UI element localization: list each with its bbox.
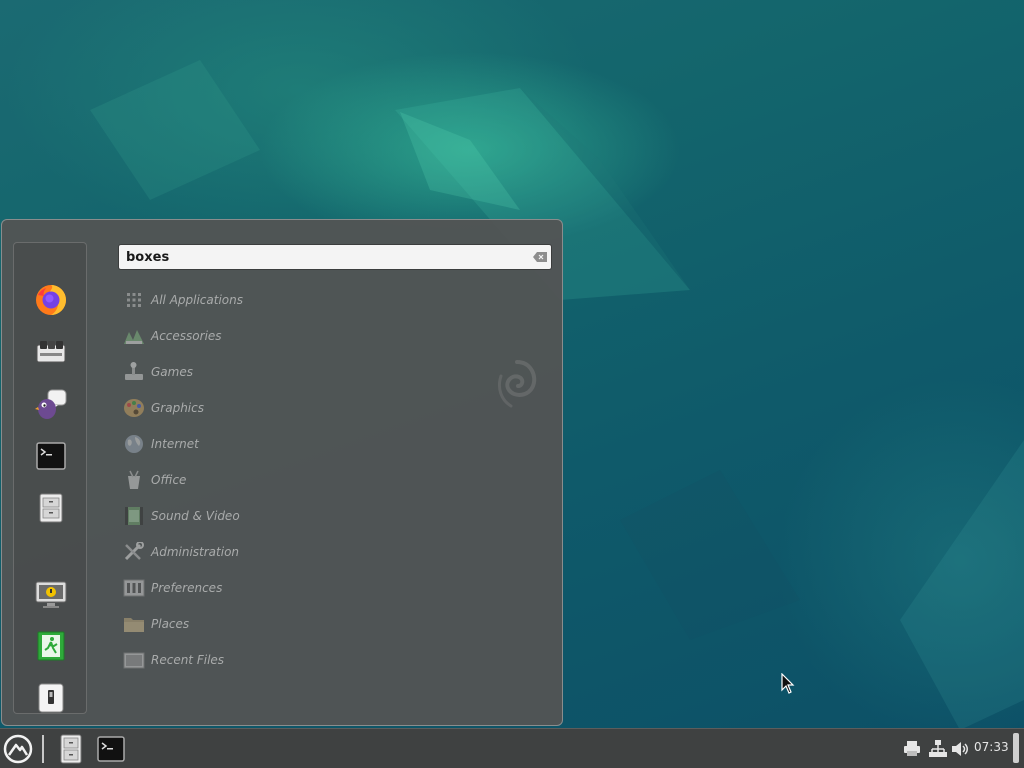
sound-video-icon — [123, 505, 145, 527]
software-manager-icon — [36, 341, 66, 363]
internet-icon — [123, 433, 145, 455]
administration-icon — [123, 541, 145, 563]
file-manager-icon — [39, 493, 63, 523]
search-box — [118, 244, 552, 270]
preferences-icon — [123, 577, 145, 599]
favorite-software-manager[interactable] — [34, 335, 68, 369]
desktop: All Applications Accessories Games — [0, 0, 1024, 768]
menu-button[interactable] — [2, 733, 34, 765]
lock-screen-icon — [35, 581, 67, 608]
category-internet[interactable]: Internet — [123, 432, 423, 456]
favorite-file-manager[interactable] — [34, 491, 68, 525]
volume-icon — [952, 742, 968, 756]
lock-screen-button[interactable] — [34, 577, 68, 611]
favorite-pidgin[interactable] — [34, 387, 68, 421]
category-office[interactable]: Office — [123, 468, 423, 492]
category-preferences[interactable]: Preferences — [123, 576, 423, 600]
application-menu: All Applications Accessories Games — [1, 219, 563, 726]
file-manager-icon — [60, 734, 82, 764]
category-games[interactable]: Games — [123, 360, 423, 384]
category-places[interactable]: Places — [123, 612, 423, 636]
category-label: Internet — [151, 437, 199, 451]
tray-network[interactable] — [928, 739, 948, 759]
shutdown-button[interactable] — [34, 681, 68, 715]
category-label: Sound & Video — [151, 509, 240, 523]
recent-files-icon — [123, 649, 145, 671]
logout-button[interactable] — [34, 629, 68, 663]
accessories-icon — [123, 325, 145, 347]
graphics-icon — [123, 397, 145, 419]
category-label: Places — [151, 617, 190, 631]
clear-search-icon[interactable] — [533, 252, 547, 262]
category-label: Preferences — [151, 581, 223, 595]
category-label: Games — [151, 365, 193, 379]
menu-button-icon — [3, 734, 33, 764]
shutdown-icon — [38, 683, 64, 713]
category-label: Accessories — [151, 329, 222, 343]
office-icon — [123, 469, 145, 491]
category-label: Office — [151, 473, 187, 487]
category-recent-files[interactable]: Recent Files — [123, 648, 423, 672]
category-all-applications[interactable]: All Applications — [123, 288, 423, 312]
category-label: Recent Files — [151, 653, 225, 667]
firefox-icon — [36, 285, 66, 315]
favorite-firefox[interactable] — [34, 283, 68, 317]
grid-icon — [123, 289, 145, 311]
terminal-icon — [36, 442, 66, 470]
debian-logo — [497, 360, 537, 408]
category-graphics[interactable]: Graphics — [123, 396, 423, 420]
tray-volume[interactable] — [950, 739, 970, 759]
clock[interactable]: 07:33 — [974, 740, 1009, 754]
pidgin-icon — [35, 389, 67, 419]
network-icon — [929, 740, 947, 757]
taskbar: 07:33 — [0, 728, 1024, 768]
games-icon — [123, 361, 145, 383]
category-label: All Applications — [151, 293, 243, 307]
mouse-cursor-icon — [781, 673, 795, 694]
category-administration[interactable]: Administration — [123, 540, 423, 564]
category-label: Administration — [151, 545, 240, 559]
taskbar-file-manager[interactable] — [56, 733, 86, 765]
search-input[interactable] — [119, 245, 519, 269]
taskbar-terminal[interactable] — [96, 734, 126, 764]
folder-icon — [123, 613, 145, 635]
category-accessories[interactable]: Accessories — [123, 324, 423, 348]
category-label: Graphics — [151, 401, 204, 415]
favorites-sidebar — [13, 242, 87, 714]
tray-printer[interactable] — [902, 739, 922, 759]
category-sound-video[interactable]: Sound & Video — [123, 504, 423, 528]
logout-icon — [37, 631, 65, 661]
favorite-terminal[interactable] — [34, 439, 68, 473]
terminal-icon — [97, 736, 125, 762]
show-desktop-button[interactable] — [1013, 733, 1019, 763]
printer-icon — [904, 741, 920, 756]
taskbar-separator — [42, 735, 44, 763]
